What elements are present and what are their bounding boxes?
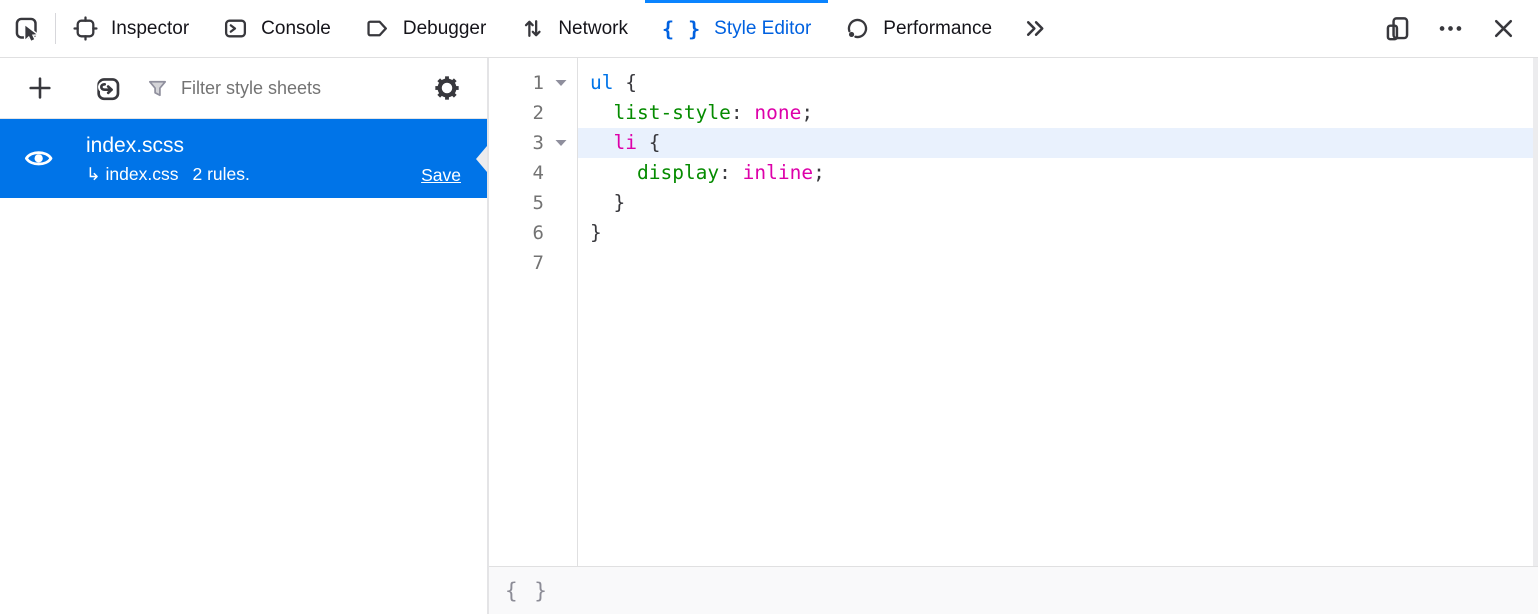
more-tabs-button[interactable] <box>1009 0 1062 57</box>
line-gutter[interactable]: 6 <box>489 218 577 248</box>
tab-label: Debugger <box>403 18 486 40</box>
pick-element-button[interactable] <box>0 0 55 57</box>
code-line[interactable]: 7 <box>489 248 1538 278</box>
tab-label: Inspector <box>111 18 189 40</box>
code-line-text: ul { <box>577 68 1538 98</box>
code-line-text: li { <box>577 128 1538 158</box>
import-stylesheet-button[interactable] <box>84 66 128 110</box>
visibility-toggle[interactable] <box>22 143 56 175</box>
scrollbar-track[interactable] <box>1533 58 1538 566</box>
stylesheet-list-empty-area <box>0 198 487 614</box>
meatball-menu-icon <box>1437 15 1464 42</box>
tab-label: Network <box>558 18 628 40</box>
line-gutter[interactable]: 1 <box>489 68 577 98</box>
meatball-menu-button[interactable] <box>1424 15 1477 42</box>
code-line-text: list-style: none; <box>577 98 1538 128</box>
pick-element-icon <box>13 15 40 42</box>
responsive-design-icon <box>1384 15 1411 42</box>
code-line-text: display: inline; <box>577 158 1538 188</box>
code-line[interactable]: 5 } <box>489 188 1538 218</box>
stylesheet-sidebar: index.scss ↳ index.css 2 rules. Save <box>0 58 489 614</box>
code-line[interactable]: 4 display: inline; <box>489 158 1538 188</box>
debugger-icon <box>365 16 390 41</box>
line-number[interactable]: 2 <box>489 102 544 124</box>
tab-style-editor[interactable]: { } Style Editor <box>645 0 828 57</box>
options-button[interactable] <box>425 66 469 110</box>
tab-console[interactable]: Console <box>206 0 348 57</box>
stylesheet-info: index.scss ↳ index.css 2 rules. <box>86 131 250 187</box>
stylesheet-meta: ↳ index.css 2 rules. <box>86 161 250 187</box>
console-icon <box>223 16 248 41</box>
code-line-text <box>577 248 1538 278</box>
sourcemap-link[interactable]: ↳ index.css <box>86 161 179 187</box>
style-editor-panel: index.scss ↳ index.css 2 rules. Save 1 ul… <box>0 58 1538 614</box>
eye-icon <box>23 143 55 175</box>
performance-icon <box>845 16 870 41</box>
devtools-toolbar: Inspector Console Debugger <box>0 0 1538 58</box>
style-editor-icon: { } <box>662 17 701 41</box>
line-number[interactable]: 3 <box>489 132 544 154</box>
line-gutter[interactable]: 4 <box>489 158 577 188</box>
fold-arrow-icon[interactable] <box>544 139 577 147</box>
rule-count: 2 rules. <box>193 161 250 187</box>
filter-icon <box>146 77 169 100</box>
line-gutter[interactable]: 3 <box>489 128 577 158</box>
fold-arrow-icon[interactable] <box>544 79 577 87</box>
chevron-double-right-icon <box>1022 15 1049 42</box>
tab-label: Console <box>261 18 331 40</box>
inspector-icon <box>73 16 98 41</box>
code-line-text: } <box>577 218 1538 248</box>
line-number[interactable]: 7 <box>489 252 544 274</box>
code-lines: 1ul {2 list-style: none;3 li {4 display:… <box>489 68 1538 278</box>
tab-debugger[interactable]: Debugger <box>348 0 503 57</box>
tab-performance[interactable]: Performance <box>828 0 1009 57</box>
devtools-tabs: Inspector Console Debugger <box>56 0 1009 57</box>
responsive-design-button[interactable] <box>1371 15 1424 42</box>
return-arrow-icon: ↳ <box>86 164 101 184</box>
filter-style-sheets-box <box>146 77 425 100</box>
code-line[interactable]: 1 ul { <box>489 68 1538 98</box>
line-gutter[interactable]: 5 <box>489 188 577 218</box>
toolbar-spacer <box>1062 0 1371 57</box>
toolbar-right-buttons <box>1371 0 1538 57</box>
gutter-separator <box>577 58 578 566</box>
tab-inspector[interactable]: Inspector <box>56 0 206 57</box>
stylesheet-sidebar-toolbar <box>0 58 487 119</box>
line-number[interactable]: 4 <box>489 162 544 184</box>
close-icon <box>1490 15 1517 42</box>
save-button[interactable]: Save <box>421 165 461 198</box>
tab-network[interactable]: Network <box>503 0 645 57</box>
code-line[interactable]: 3 li { <box>489 128 1538 158</box>
import-icon <box>92 74 121 103</box>
line-number[interactable]: 6 <box>489 222 544 244</box>
stylesheet-name: index.scss <box>86 131 250 161</box>
line-number[interactable]: 5 <box>489 192 544 214</box>
code-editor[interactable]: 1ul {2 list-style: none;3 li {4 display:… <box>489 58 1538 566</box>
gear-icon <box>433 74 461 102</box>
line-number[interactable]: 1 <box>489 72 544 94</box>
line-gutter[interactable]: 7 <box>489 248 577 278</box>
code-line[interactable]: 6} <box>489 218 1538 248</box>
tab-label: Style Editor <box>714 18 811 40</box>
stylesheet-item-index-scss[interactable]: index.scss ↳ index.css 2 rules. Save <box>0 119 487 198</box>
plus-icon <box>26 74 54 102</box>
filter-style-sheets-input[interactable] <box>181 78 425 99</box>
network-icon <box>520 16 545 41</box>
devtools-window: Inspector Console Debugger <box>0 0 1538 614</box>
new-stylesheet-button[interactable] <box>18 66 62 110</box>
close-devtools-button[interactable] <box>1477 15 1530 42</box>
tab-label: Performance <box>883 18 992 40</box>
at-rules-icon: { } <box>505 579 549 603</box>
line-gutter[interactable]: 2 <box>489 98 577 128</box>
code-editor-pane: 1ul {2 list-style: none;3 li {4 display:… <box>489 58 1538 614</box>
code-line[interactable]: 2 list-style: none; <box>489 98 1538 128</box>
code-line-text: } <box>577 188 1538 218</box>
editor-footer: { } <box>489 566 1538 614</box>
